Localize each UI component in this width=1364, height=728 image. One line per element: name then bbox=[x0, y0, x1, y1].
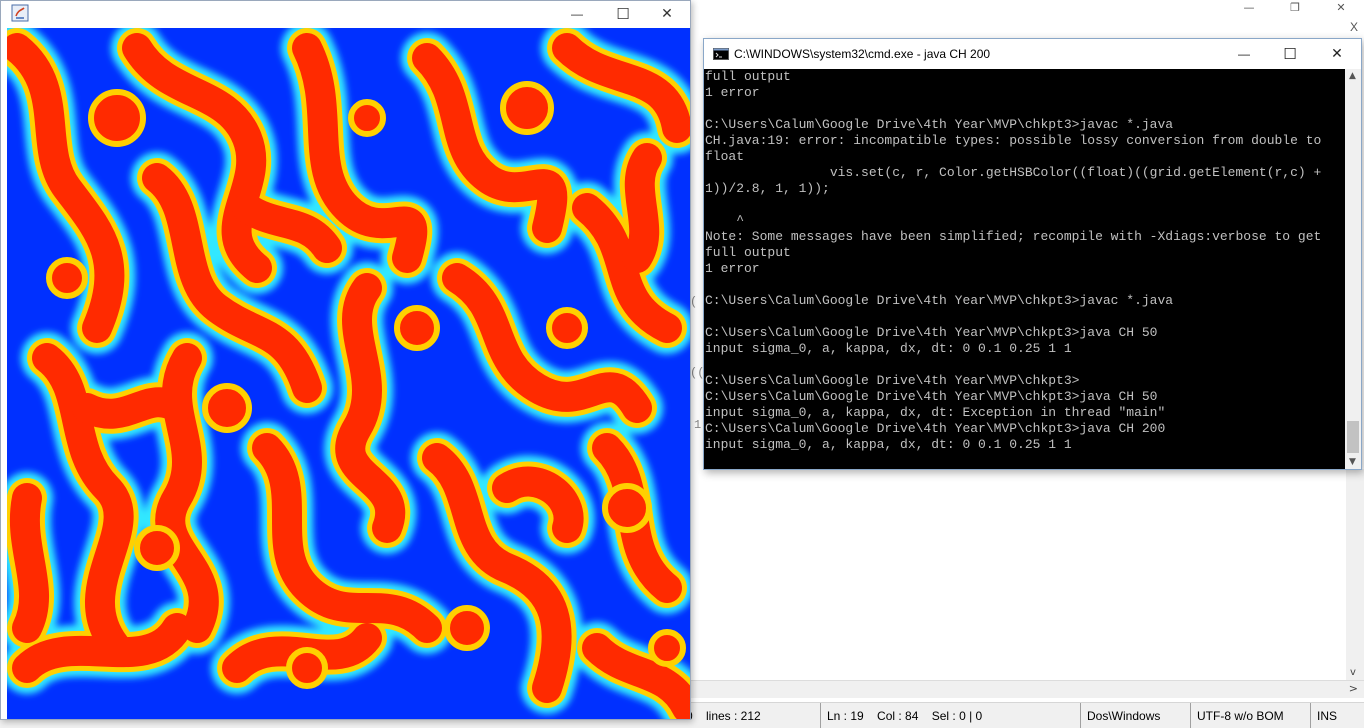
pattern-domain-blob bbox=[46, 257, 88, 299]
pattern-domain-blob bbox=[88, 89, 146, 147]
scroll-right-arrow-icon[interactable]: > bbox=[1349, 682, 1358, 695]
console-line: Note: Some messages have been simplified… bbox=[705, 229, 1322, 244]
pattern-domain-blob bbox=[348, 99, 386, 137]
console-output[interactable]: full output 1 error C:\Users\Calum\Googl… bbox=[704, 69, 1345, 469]
cmd-icon bbox=[713, 48, 729, 60]
console-line: input sigma_0, a, kappa, dx, dt: Excepti… bbox=[705, 405, 1166, 420]
cmd-title-bar[interactable]: C:\WINDOWS\system32\cmd.exe - java CH 20… bbox=[704, 39, 1361, 69]
console-line: CH.java:19: error: incompatible types: p… bbox=[705, 133, 1322, 148]
java-maximize-button[interactable]: ☐ bbox=[600, 1, 646, 27]
cmd-window: C:\WINDOWS\system32\cmd.exe - java CH 20… bbox=[703, 38, 1362, 470]
pattern-domain-blob bbox=[546, 307, 588, 349]
console-line: input sigma_0, a, kappa, dx, dt: 0 0.1 0… bbox=[705, 437, 1072, 452]
background-restore-button[interactable]: ❐ bbox=[1272, 0, 1318, 14]
maximize-icon: ☐ bbox=[616, 5, 630, 23]
scroll-up-arrow-icon[interactable]: ▲ bbox=[1349, 71, 1356, 81]
phase-field-canvas bbox=[7, 28, 690, 719]
cmd-window-title: C:\WINDOWS\system32\cmd.exe - java CH 20… bbox=[734, 47, 991, 61]
scroll-down-arrow-icon[interactable]: ▼ bbox=[1349, 457, 1356, 467]
console-line: C:\Users\Calum\Google Drive\4th Year\MVP… bbox=[705, 117, 1174, 132]
close-document-button[interactable]: X bbox=[1350, 20, 1358, 34]
console-line: ^ bbox=[705, 213, 745, 228]
status-encoding[interactable]: UTF-8 w/o BOM bbox=[1190, 703, 1310, 728]
close-icon: ✕ bbox=[1331, 46, 1343, 62]
editor-vertical-scrollbar[interactable]: v bbox=[1346, 469, 1364, 680]
pattern-domain-band bbox=[9, 483, 49, 643]
background-caption-buttons: — ❐ ✕ bbox=[1226, 0, 1364, 14]
status-lines: lines : 212 bbox=[706, 708, 761, 723]
minimize-icon: — bbox=[1238, 47, 1250, 61]
console-vertical-scrollbar[interactable]: ▲ ▼ bbox=[1345, 69, 1361, 469]
pattern-domain-blob bbox=[500, 81, 554, 135]
status-cursor-position: Ln : 19 Col : 84 Sel : 0 | 0 bbox=[820, 703, 1080, 728]
console-line: C:\Users\Calum\Google Drive\4th Year\MVP… bbox=[705, 373, 1080, 388]
pattern-domain-blob bbox=[648, 629, 686, 667]
java-visualization-window: — ☐ ✕ bbox=[0, 0, 691, 720]
scrollbar-thumb[interactable] bbox=[1347, 421, 1359, 453]
console-line: C:\Users\Calum\Google Drive\4th Year\MVP… bbox=[705, 325, 1158, 340]
console-line: float bbox=[705, 149, 745, 164]
background-close-button[interactable]: ✕ bbox=[1318, 0, 1364, 14]
console-line: full output bbox=[705, 69, 791, 84]
java-app-icon bbox=[11, 4, 29, 22]
cmd-maximize-button[interactable]: ☐ bbox=[1267, 39, 1313, 69]
spinodal-pattern-image bbox=[7, 28, 690, 719]
pattern-domain-band bbox=[72, 387, 192, 429]
cmd-close-button[interactable]: ✕ bbox=[1314, 39, 1360, 69]
cmd-minimize-button[interactable]: — bbox=[1221, 39, 1267, 69]
status-insert-mode[interactable]: INS bbox=[1310, 703, 1364, 728]
pattern-domain-blob bbox=[394, 305, 440, 351]
close-icon: ✕ bbox=[661, 6, 673, 22]
editor-code-fragment: ( bbox=[690, 295, 698, 309]
editor-code-fragment: 1 bbox=[694, 418, 702, 432]
pattern-domain-blob bbox=[444, 605, 490, 651]
background-minimize-button[interactable]: — bbox=[1226, 0, 1272, 14]
pattern-domain-band bbox=[622, 143, 662, 273]
console-line: C:\Users\Calum\Google Drive\4th Year\MVP… bbox=[705, 293, 1174, 308]
maximize-icon: ☐ bbox=[1283, 45, 1297, 63]
console-line: vis.set(c, r, Color.getHSBColor((float)(… bbox=[705, 165, 1322, 180]
editor-horizontal-scrollbar[interactable]: > bbox=[690, 680, 1364, 698]
pattern-domain-blob bbox=[602, 483, 652, 533]
scroll-down-arrow-icon[interactable]: v bbox=[1350, 667, 1356, 678]
console-line: input sigma_0, a, kappa, dx, dt: 0 0.1 0… bbox=[705, 341, 1072, 356]
console-line: 1 error bbox=[705, 261, 760, 276]
pattern-domain-blob bbox=[286, 647, 328, 689]
java-title-bar[interactable]: — ☐ ✕ bbox=[1, 1, 690, 27]
console-line: 1))/2.8, 1, 1)); bbox=[705, 181, 830, 196]
console-line: C:\Users\Calum\Google Drive\4th Year\MVP… bbox=[705, 421, 1166, 436]
java-close-button[interactable]: ✕ bbox=[644, 1, 690, 27]
console-line: C:\Users\Calum\Google Drive\4th Year\MVP… bbox=[705, 389, 1158, 404]
pattern-domain-blob bbox=[134, 525, 180, 571]
java-minimize-button[interactable]: — bbox=[554, 1, 600, 27]
console-line: full output bbox=[705, 245, 791, 260]
console-text: full output 1 error C:\Users\Calum\Googl… bbox=[704, 69, 1345, 453]
console-line: 1 error bbox=[705, 85, 760, 100]
pattern-domain-blob bbox=[202, 383, 252, 433]
minimize-icon: — bbox=[571, 7, 583, 21]
status-eol-format[interactable]: Dos\Windows bbox=[1080, 703, 1190, 728]
